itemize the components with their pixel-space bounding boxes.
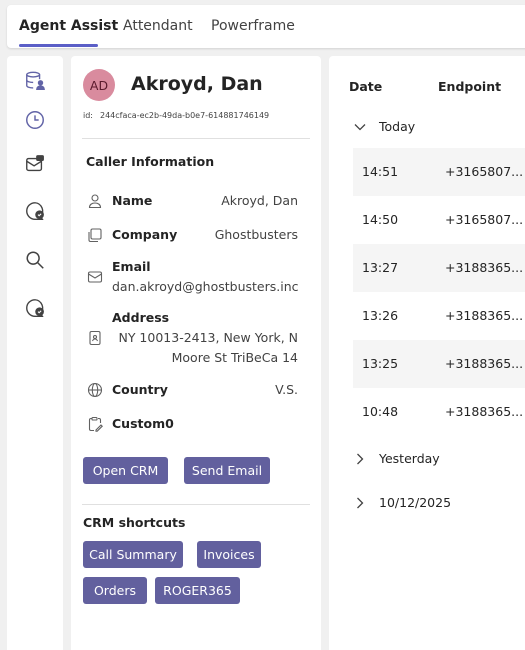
row-endpoint: +3165807... [445, 212, 524, 227]
table-row[interactable]: 13:27 +3188365... [353, 244, 525, 292]
contact-card-icon[interactable] [22, 68, 48, 94]
send-email-button[interactable]: Send Email [184, 457, 270, 484]
row-time: 14:50 [362, 212, 399, 227]
row-time: 14:51 [362, 164, 399, 179]
group-today-label: Today [379, 119, 416, 134]
company-label: Company [112, 227, 178, 242]
top-tab-bar: Agent Assist Attendant Powerframe [7, 5, 525, 48]
row-time: 13:26 [362, 308, 399, 323]
shortcut-call-summary-button[interactable]: Call Summary [83, 541, 183, 568]
caller-panel: AD Akroyd, Dan id: 244cfaca-ec2b-49da-b0e… [71, 56, 321, 650]
search-icon[interactable] [22, 247, 48, 273]
tab-powerframe[interactable]: Powerframe [211, 18, 295, 34]
chevron-right-icon [357, 453, 364, 464]
address-line-2: Moore St TriBeCa 14 [171, 350, 298, 365]
endpoint-column-header[interactable]: Endpoint [438, 79, 501, 94]
person-icon [87, 193, 103, 209]
address-label: Address [112, 310, 170, 325]
clipboard-edit-icon [87, 416, 103, 432]
row-endpoint: +3188365... [445, 356, 524, 371]
shortcut-invoices-button[interactable]: Invoices [197, 541, 261, 568]
group-date-label: 10/12/2025 [379, 495, 452, 510]
tab-attendant[interactable]: Attendant [123, 18, 193, 34]
company-value: Ghostbusters [214, 227, 298, 242]
open-crm-button[interactable]: Open CRM [83, 457, 168, 484]
group-yesterday[interactable]: Yesterday [353, 451, 440, 466]
caller-id-label: id: [83, 111, 93, 120]
table-row[interactable]: 14:50 +3165807... [353, 196, 525, 244]
row-endpoint: +3188365... [445, 404, 524, 419]
table-row[interactable]: 10:48 +3188365... [353, 388, 525, 436]
caller-id-value: 244cfaca-ec2b-49da-b0e7-614881746149 [100, 111, 270, 120]
globe-icon [87, 382, 103, 398]
chat-check-icon[interactable] [22, 295, 48, 321]
inbox-icon[interactable] [22, 151, 48, 177]
row-endpoint: +3188365... [445, 308, 524, 323]
row-time: 13:27 [362, 260, 399, 275]
table-row[interactable]: 14:51 +3165807... [353, 148, 525, 196]
group-yesterday-label: Yesterday [379, 451, 440, 466]
row-endpoint: +3165807... [445, 164, 524, 179]
left-rail [7, 56, 63, 650]
row-time: 13:25 [362, 356, 399, 371]
mail-icon [87, 269, 103, 285]
address-line-1: NY 10013-2413, New York, N [118, 330, 298, 345]
active-tab-indicator [19, 44, 98, 47]
table-row[interactable]: 13:26 +3188365... [353, 292, 525, 340]
row-endpoint: +3188365... [445, 260, 524, 275]
group-today[interactable]: Today [353, 119, 415, 134]
avatar: AD [83, 69, 115, 101]
history-icon[interactable] [22, 107, 48, 133]
caller-name: Akroyd, Dan [131, 73, 263, 95]
country-label: Country [112, 382, 168, 397]
row-time: 10:48 [362, 404, 399, 419]
email-value[interactable]: dan.akroyd@ghostbusters.inc [112, 279, 299, 294]
table-row[interactable]: 13:25 +3188365... [353, 340, 525, 388]
email-label: Email [112, 259, 151, 274]
shortcut-orders-button[interactable]: Orders [83, 577, 147, 604]
name-value: Akroyd, Dan [221, 193, 298, 208]
name-label: Name [112, 193, 153, 208]
chevron-right-icon [357, 497, 364, 508]
date-column-header[interactable]: Date [349, 79, 382, 94]
company-icon [87, 227, 103, 243]
tab-agent-assist[interactable]: Agent Assist [19, 18, 118, 34]
chevron-down-icon [354, 123, 366, 130]
chat-check-icon[interactable] [22, 198, 48, 224]
call-history-panel: Date Endpoint Today 14:51 +3165807... 14… [329, 56, 525, 650]
crm-shortcuts-title: CRM shortcuts [83, 515, 186, 530]
shortcut-roger365-button[interactable]: ROGER365 [155, 577, 240, 604]
custom0-label: Custom0 [112, 416, 174, 431]
caller-info-title: Caller Information [86, 154, 215, 169]
address-book-icon [87, 330, 103, 346]
divider [82, 138, 310, 139]
group-date[interactable]: 10/12/2025 [353, 495, 451, 510]
country-value: V.S. [275, 382, 298, 397]
caller-id: id: 244cfaca-ec2b-49da-b0e7-614881746149 [83, 111, 269, 120]
divider [82, 504, 310, 505]
